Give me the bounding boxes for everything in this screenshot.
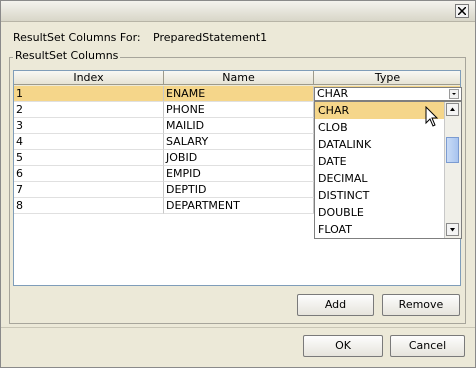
dropdown-option[interactable]: FLOAT [315, 221, 445, 238]
scroll-thumb[interactable] [446, 137, 459, 163]
column-header-type[interactable]: Type [314, 71, 460, 85]
name-cell[interactable]: DEPTID [164, 182, 314, 198]
index-cell: 8 [14, 198, 164, 214]
name-cell[interactable]: PHONE [164, 102, 314, 118]
name-cell[interactable]: ENAME [164, 86, 314, 102]
name-cell[interactable]: SALARY [164, 134, 314, 150]
dropdown-option[interactable]: DATALINK [315, 136, 445, 153]
name-cell[interactable]: EMPID [164, 166, 314, 182]
name-cell[interactable]: DEPARTMENT [164, 198, 314, 214]
arrow-up-icon [447, 105, 458, 118]
index-cell: 1 [14, 86, 164, 102]
add-button[interactable]: Add [297, 294, 374, 316]
resultset-name: PreparedStatement1 [153, 31, 268, 44]
index-cell: 3 [14, 118, 164, 134]
divider [1, 327, 475, 328]
dropdown-option[interactable]: DOUBLE [315, 204, 445, 221]
dropdown-option[interactable]: DISTINCT [315, 187, 445, 204]
resultset-label: ResultSet Columns For: [13, 31, 141, 44]
remove-button[interactable]: Remove [382, 294, 460, 316]
scroll-down-button[interactable] [446, 223, 459, 236]
scroll-up-button[interactable] [446, 103, 459, 116]
dropdown-option[interactable]: DECIMAL [315, 170, 445, 187]
index-cell: 4 [14, 134, 164, 150]
group-title: ResultSet Columns [13, 49, 121, 62]
column-header-name[interactable]: Name [164, 71, 314, 85]
ok-button[interactable]: OK [303, 335, 383, 357]
cancel-button[interactable]: Cancel [390, 335, 465, 357]
dropdown-option[interactable]: DATE [315, 153, 445, 170]
type-combo-box[interactable]: CHAR [314, 87, 462, 101]
title-bar[interactable] [1, 1, 475, 22]
type-dropdown-list[interactable]: CHAR CLOB DATALINK DATE DECIMAL DISTINCT… [314, 101, 462, 239]
arrow-down-icon [447, 225, 458, 238]
column-header-index[interactable]: Index [14, 71, 164, 85]
index-cell: 6 [14, 166, 164, 182]
close-button[interactable] [455, 4, 469, 18]
index-cell: 7 [14, 182, 164, 198]
dropdown-scrollbar[interactable] [444, 102, 461, 238]
index-cell: 5 [14, 150, 164, 166]
name-cell[interactable]: MAILID [164, 118, 314, 134]
mouse-pointer-icon [425, 105, 439, 131]
combo-arrow-button[interactable] [449, 89, 459, 99]
name-cell[interactable]: JOBID [164, 150, 314, 166]
table-header: Index Name Type [14, 71, 460, 86]
dialog-window: ResultSet Columns For: PreparedStatement… [0, 0, 476, 368]
type-combo-value: CHAR [317, 87, 349, 100]
index-cell: 2 [14, 102, 164, 118]
